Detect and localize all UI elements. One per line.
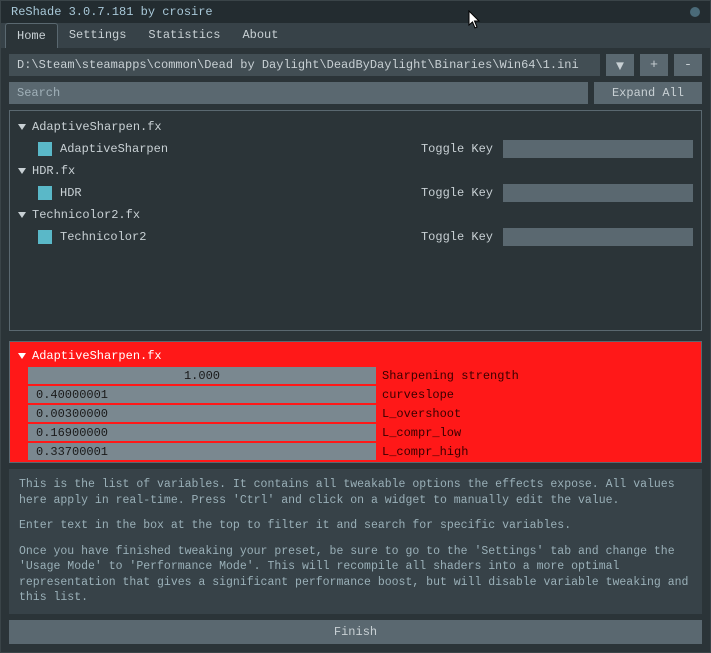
chevron-down-icon: [18, 353, 26, 359]
effect-file-label: HDR.fx: [32, 164, 75, 178]
help-paragraph: Enter text in the box at the top to filt…: [19, 518, 692, 534]
chevron-down-icon: ▼: [613, 58, 626, 73]
toggle-key-input[interactable]: [503, 228, 693, 246]
toggle-key-input[interactable]: [503, 184, 693, 202]
tab-settings[interactable]: Settings: [58, 23, 138, 48]
tab-bar: Home Settings Statistics About: [1, 23, 710, 48]
effect-name-label: HDR: [60, 186, 82, 200]
titlebar: ReShade 3.0.7.181 by crosire: [1, 1, 710, 23]
variable-row: 1.000 Sharpening strength: [14, 366, 697, 385]
variable-label: Sharpening strength: [382, 369, 519, 383]
variable-row: 0.33700001 L_compr_high: [14, 442, 697, 461]
effect-name-label: Technicolor2: [60, 230, 146, 244]
variable-value-slider[interactable]: 0.33700001: [28, 443, 376, 460]
help-paragraph: This is the list of variables. It contai…: [19, 477, 692, 508]
chevron-down-icon: [18, 124, 26, 130]
preset-dropdown-button[interactable]: ▼: [606, 54, 634, 76]
help-paragraph: Once you have finished tweaking your pre…: [19, 544, 692, 606]
variable-label: L_overshoot: [382, 407, 461, 421]
help-text-panel: This is the list of variables. It contai…: [9, 469, 702, 614]
variables-panel: AdaptiveSharpen.fx 1.000 Sharpening stre…: [9, 341, 702, 463]
variable-label: L_compr_high: [382, 445, 468, 459]
expand-all-button[interactable]: Expand All: [594, 82, 702, 104]
variables-group-header[interactable]: AdaptiveSharpen.fx: [14, 346, 697, 366]
window-title: ReShade 3.0.7.181 by crosire: [11, 5, 213, 19]
toggle-key-input[interactable]: [503, 140, 693, 158]
effect-group-adaptivesharpen[interactable]: AdaptiveSharpen.fx: [14, 117, 697, 137]
search-bar: Expand All: [1, 82, 710, 110]
titlebar-indicator: [690, 7, 700, 17]
effect-name-label: AdaptiveSharpen: [60, 142, 168, 156]
variables-group-label: AdaptiveSharpen.fx: [32, 349, 162, 363]
tab-home[interactable]: Home: [5, 23, 58, 48]
preset-add-button[interactable]: +: [640, 54, 668, 76]
variable-value-slider[interactable]: 0.00300000: [28, 405, 376, 422]
reshade-window: ReShade 3.0.7.181 by crosire Home Settin…: [0, 0, 711, 653]
effect-group-hdr[interactable]: HDR.fx: [14, 161, 697, 181]
preset-remove-button[interactable]: -: [674, 54, 702, 76]
tab-statistics[interactable]: Statistics: [137, 23, 231, 48]
effect-file-label: Technicolor2.fx: [32, 208, 140, 222]
toggle-key-label: Toggle Key: [421, 186, 493, 200]
variable-value-slider[interactable]: 1.000: [28, 367, 376, 384]
variable-row: 0.16900000 L_compr_low: [14, 423, 697, 442]
effect-checkbox[interactable]: [38, 230, 52, 244]
effect-checkbox[interactable]: [38, 186, 52, 200]
effect-checkbox[interactable]: [38, 142, 52, 156]
effect-group-technicolor2[interactable]: Technicolor2.fx: [14, 205, 697, 225]
variable-value-slider[interactable]: 0.16900000: [28, 424, 376, 441]
toggle-key-label: Toggle Key: [421, 142, 493, 156]
effect-item-hdr: HDR Toggle Key: [14, 181, 697, 205]
effect-item-technicolor2: Technicolor2 Toggle Key: [14, 225, 697, 249]
variable-row: 0.40000001 curveslope: [14, 385, 697, 404]
variable-row: 0.00300000 L_overshoot: [14, 404, 697, 423]
preset-path-input[interactable]: [9, 54, 600, 76]
variable-value-slider[interactable]: 0.40000001: [28, 386, 376, 403]
search-input[interactable]: [9, 82, 588, 104]
toggle-key-label: Toggle Key: [421, 230, 493, 244]
variable-label: L_compr_low: [382, 426, 461, 440]
tab-about[interactable]: About: [231, 23, 289, 48]
effect-file-label: AdaptiveSharpen.fx: [32, 120, 162, 134]
effect-item-adaptivesharpen: AdaptiveSharpen Toggle Key: [14, 137, 697, 161]
finish-button[interactable]: Finish: [9, 620, 702, 644]
effects-panel: AdaptiveSharpen.fx AdaptiveSharpen Toggl…: [9, 110, 702, 331]
preset-path-bar: ▼ + -: [1, 48, 710, 82]
chevron-down-icon: [18, 212, 26, 218]
chevron-down-icon: [18, 168, 26, 174]
variable-label: curveslope: [382, 388, 454, 402]
